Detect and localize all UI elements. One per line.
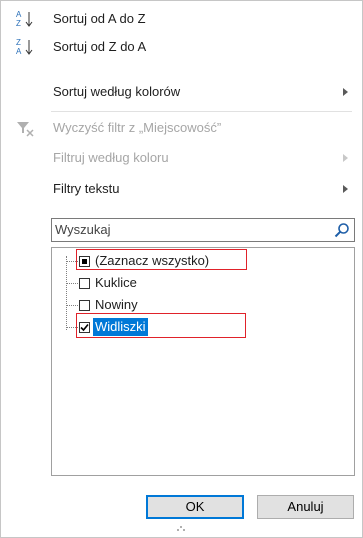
sort-desc-label: Sortuj od Z do A [53, 39, 147, 54]
list-item[interactable]: Nowiny [79, 295, 140, 315]
filter-by-color-menu-item[interactable]: Filtruj według koloru [1, 146, 362, 170]
list-item[interactable]: Kuklice [79, 273, 139, 293]
sort-asc-menu-item[interactable]: A Z Sortuj od A do Z [1, 7, 362, 31]
sort-by-color-label: Sortuj według kolorów [53, 84, 181, 99]
list-item-label: Kuklice [95, 275, 137, 290]
tree-connector [66, 283, 78, 284]
resize-grip-icon[interactable] [177, 526, 185, 532]
search-icon[interactable] [334, 222, 350, 238]
autofilter-dropdown: A Z Sortuj od A do Z Z A Sortuj od Z do … [0, 0, 363, 538]
svg-text:A: A [16, 47, 22, 56]
clear-filter-icon [15, 118, 35, 138]
text-filters-menu-item[interactable]: Filtry tekstu [1, 177, 362, 201]
svg-text:Z: Z [16, 38, 21, 47]
sort-desc-menu-item[interactable]: Z A Sortuj od Z do A [1, 35, 362, 59]
sort-a-to-z-icon: A Z [15, 9, 35, 29]
cancel-button[interactable]: Anuluj [257, 495, 354, 519]
submenu-arrow-icon [343, 154, 348, 162]
sort-z-to-a-icon: Z A [15, 37, 35, 57]
svg-text:A: A [16, 10, 22, 19]
separator [51, 111, 352, 112]
sort-asc-label: Sortuj od A do Z [53, 11, 146, 26]
submenu-arrow-icon [343, 88, 348, 96]
filter-values-list: (Zaznacz wszystko) Kuklice Nowiny Widlis… [51, 247, 355, 476]
sort-by-color-menu-item[interactable]: Sortuj według kolorów [1, 80, 362, 104]
filter-by-color-label: Filtruj według koloru [53, 150, 169, 165]
search-box [51, 218, 355, 242]
highlight-box-widliszki [76, 313, 246, 338]
clear-filter-menu-item[interactable]: Wyczyść filtr z „Miejscowość” [1, 116, 362, 140]
tree-connector [66, 305, 78, 306]
highlight-box-select-all [76, 249, 247, 270]
ok-button[interactable]: OK [146, 495, 244, 519]
list-item-checkbox[interactable] [79, 277, 90, 289]
tree-connector [66, 256, 67, 330]
text-filters-label: Filtry tekstu [53, 181, 120, 196]
submenu-arrow-icon [343, 185, 348, 193]
list-item-checkbox[interactable] [79, 299, 90, 311]
search-input[interactable] [52, 219, 325, 239]
clear-filter-label: Wyczyść filtr z „Miejscowość” [53, 120, 222, 135]
svg-text:Z: Z [16, 19, 21, 28]
list-item-label: Nowiny [95, 297, 138, 312]
